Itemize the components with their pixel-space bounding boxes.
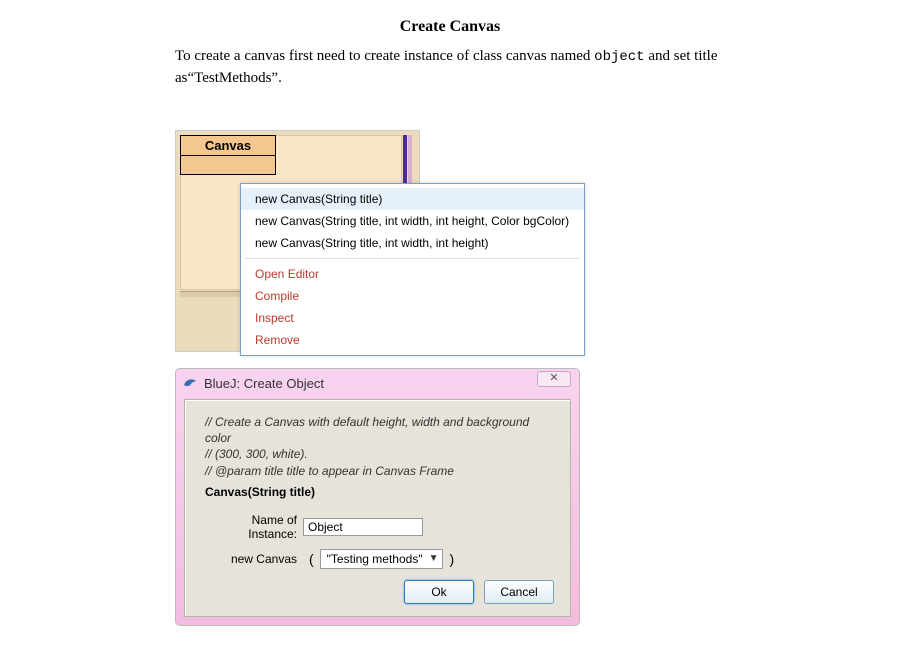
chevron-down-icon: ▼	[429, 553, 439, 564]
dialog-body: // Create a Canvas with default height, …	[184, 399, 571, 617]
close-icon: ✕	[549, 372, 558, 384]
close-button[interactable]: ✕	[537, 371, 571, 387]
javadoc-comment: // Create a Canvas with default height, …	[185, 400, 570, 485]
ctx-item-new-canvas-full[interactable]: new Canvas(String title, int width, int …	[241, 210, 584, 232]
dialog-buttons: Ok Cancel	[404, 580, 554, 604]
paren-close: )	[443, 551, 460, 567]
page-title: Create Canvas	[0, 0, 900, 46]
instance-name-row: Name of Instance:	[185, 509, 570, 545]
intro-paragraph: To create a canvas first need to create …	[175, 46, 750, 89]
dialog-title-text: BlueJ: Create Object	[204, 376, 324, 391]
comment-line-1: // Create a Canvas with default height, …	[205, 414, 550, 446]
title-param-combo[interactable]: "Testing methods" ▼	[320, 549, 444, 569]
ok-button[interactable]: Ok	[404, 580, 474, 604]
intro-pre: To create a canvas first need to create …	[175, 48, 594, 64]
ctx-item-new-canvas-wh[interactable]: new Canvas(String title, int width, int …	[241, 232, 584, 254]
create-object-dialog: BlueJ: Create Object ✕ // Create a Canva…	[175, 368, 580, 626]
param-label: new Canvas	[205, 552, 303, 566]
dialog-titlebar: BlueJ: Create Object ✕	[176, 369, 579, 397]
class-box-canvas[interactable]: Canvas	[180, 135, 276, 175]
instance-name-input[interactable]	[303, 518, 423, 536]
ctx-item-open-editor[interactable]: Open Editor	[241, 263, 584, 285]
comment-line-2: // (300, 300, white).	[205, 446, 550, 462]
paren-open: (	[303, 551, 320, 567]
ctx-separator	[245, 258, 580, 259]
param-row: new Canvas ( "Testing methods" ▼ )	[185, 545, 570, 573]
ctx-item-new-canvas-title[interactable]: new Canvas(String title)	[241, 188, 584, 210]
ctx-item-remove[interactable]: Remove	[241, 329, 584, 351]
title-param-value: "Testing methods"	[327, 552, 423, 566]
context-menu: new Canvas(String title) new Canvas(Stri…	[240, 183, 585, 356]
comment-line-3: // @param title title to appear in Canva…	[205, 463, 550, 479]
cancel-button[interactable]: Cancel	[484, 580, 554, 604]
instance-name-label: Name of Instance:	[205, 513, 303, 541]
class-box-label: Canvas	[181, 136, 275, 156]
ctx-item-inspect[interactable]: Inspect	[241, 307, 584, 329]
bluej-icon	[182, 375, 198, 391]
intro-code: object	[594, 49, 644, 65]
ctx-item-compile[interactable]: Compile	[241, 285, 584, 307]
constructor-signature: Canvas(String title)	[185, 485, 570, 509]
